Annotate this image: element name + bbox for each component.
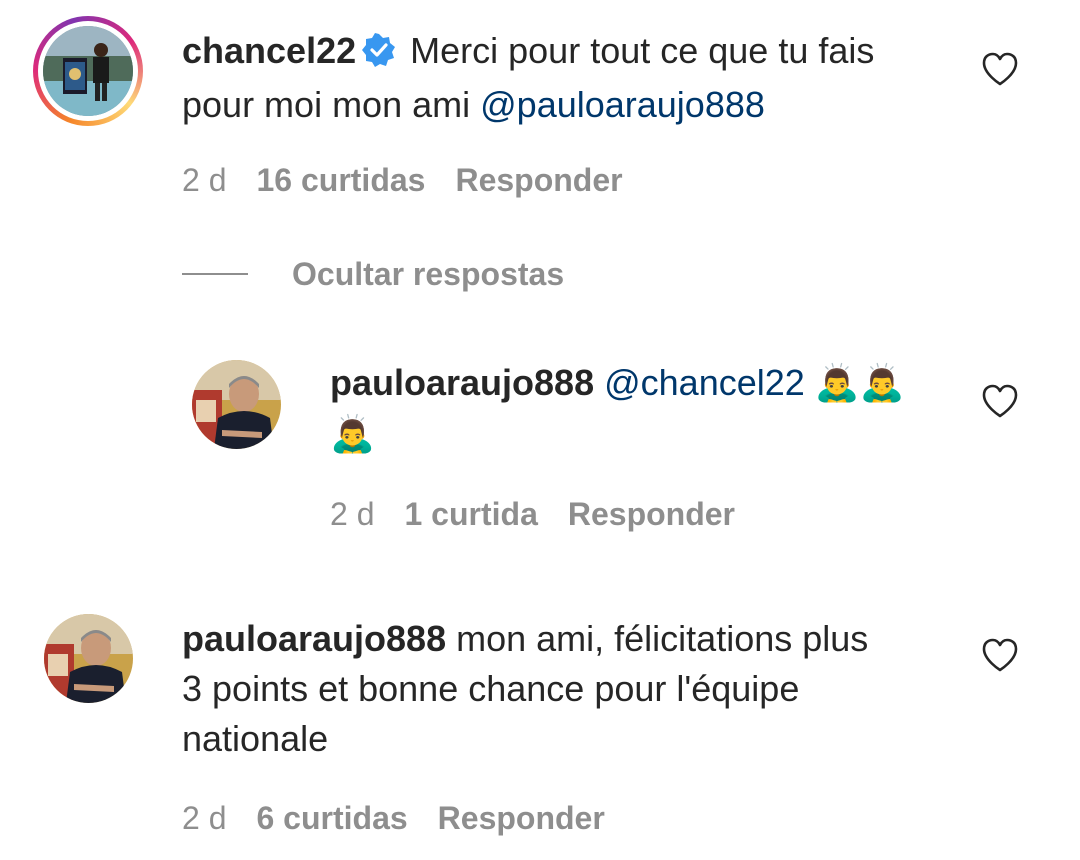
comment-meta: 2 d 1 curtida Responder	[330, 494, 735, 534]
bowing-man-emoji: 🙇‍♂️🙇‍♂️	[814, 363, 905, 404]
comment-text-line2: pour moi mon ami	[182, 84, 471, 125]
comment-text-line3: nationale	[182, 718, 329, 759]
verified-badge-icon	[362, 30, 396, 80]
likes-count[interactable]: 1 curtida	[404, 494, 537, 534]
comment-text: mon ami, félicitations plus	[456, 618, 869, 659]
reply-button[interactable]: Responder	[455, 160, 622, 200]
comment-username[interactable]: pauloaraujo888	[182, 618, 446, 659]
likes-count[interactable]: 16 curtidas	[256, 160, 425, 200]
avatar-pauloaraujo888[interactable]	[192, 360, 281, 449]
comment-body: chancel22 Merci pour tout ce que tu fais…	[182, 26, 952, 130]
bowing-man-emoji: 🙇‍♂️	[330, 414, 375, 455]
avatar-pauloaraujo888[interactable]	[44, 614, 133, 703]
like-heart-icon[interactable]	[980, 382, 1020, 422]
divider-line	[182, 273, 248, 275]
story-ring[interactable]	[33, 16, 143, 126]
comment-body: pauloaraujo888 mon ami, félicitations pl…	[182, 614, 952, 764]
mention-link[interactable]: @chancel22	[604, 362, 805, 403]
hide-replies-button[interactable]: Ocultar respostas	[182, 254, 564, 294]
hide-replies-label: Ocultar respostas	[292, 255, 565, 292]
like-heart-icon[interactable]	[980, 636, 1020, 676]
comment-meta: 2 d 16 curtidas Responder	[182, 160, 623, 200]
comment-time: 2 d	[330, 496, 375, 532]
comment-time: 2 d	[182, 162, 227, 198]
comment-username[interactable]: chancel22	[182, 30, 356, 71]
reply-body: pauloaraujo888 @chancel22 🙇‍♂️🙇‍♂️ 🙇‍♂️	[330, 358, 950, 460]
avatar-chancel22[interactable]	[43, 26, 133, 116]
mention-link[interactable]: @pauloaraujo888	[480, 84, 765, 125]
comment-time: 2 d	[182, 800, 227, 836]
likes-count[interactable]: 6 curtidas	[256, 798, 407, 838]
reply-button[interactable]: Responder	[438, 798, 605, 838]
comment-text: Merci pour tout ce que tu fais	[410, 30, 875, 71]
comment-username[interactable]: pauloaraujo888	[330, 362, 594, 403]
reply-button[interactable]: Responder	[568, 494, 735, 534]
comment-text-line2: 3 points et bonne chance pour l'équipe	[182, 668, 800, 709]
like-heart-icon[interactable]	[980, 50, 1020, 90]
comment-meta: 2 d 6 curtidas Responder	[182, 798, 605, 838]
